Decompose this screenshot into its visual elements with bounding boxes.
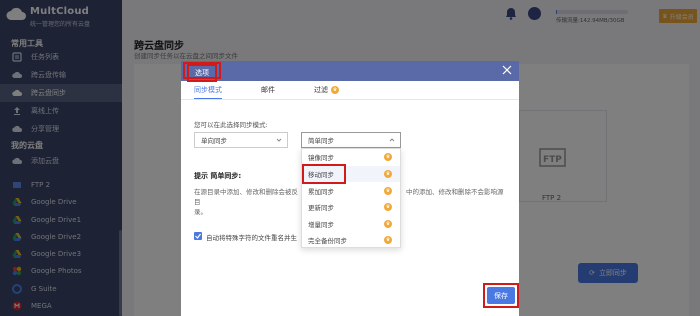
tip-text-part: 在源目录中添加、修改和删除会被反: [194, 188, 298, 196]
option-label: 完全备份同步: [308, 237, 347, 245]
mode-prompt: 您可以在此选择同步模式:: [194, 121, 268, 129]
mode-dropdown-list: 镜像同步 ♛ 移动同步 ♛ 累加同步 ♛ 更新同步 ♛ 增量同步 ♛ 完全备份同步 ♛: [301, 148, 401, 248]
options-title-highlight-frame: [183, 62, 221, 79]
dialog-tabs: 同步模式 邮件 过滤 ♛: [194, 85, 504, 100]
dialog-header: 选项: [181, 61, 519, 82]
option-label: 累加同步: [308, 188, 334, 196]
direction-select-value: 单向同步: [201, 137, 227, 145]
close-icon[interactable]: [502, 65, 512, 75]
premium-icon: ♛: [384, 236, 392, 244]
premium-icon: ♛: [384, 170, 392, 178]
divider: [181, 99, 519, 100]
move-sync-highlight-frame: [302, 164, 346, 184]
tab-email[interactable]: 邮件: [261, 85, 275, 95]
dropdown-option-update-sync[interactable]: 更新同步 ♛: [302, 199, 400, 215]
option-label: 镜像同步: [308, 154, 334, 162]
chevron-down-icon: [276, 138, 282, 142]
dropdown-option-cumulative-sync[interactable]: 累加同步 ♛: [302, 183, 400, 199]
save-highlight-frame: [483, 283, 519, 308]
premium-icon: ♛: [331, 86, 339, 94]
dropdown-option-mirror-sync[interactable]: 镜像同步 ♛: [302, 149, 400, 165]
option-label: 更新同步: [308, 204, 334, 212]
premium-icon: ♛: [384, 187, 392, 195]
dropdown-option-full-backup-sync[interactable]: 完全备份同步 ♛: [302, 232, 400, 248]
mode-select[interactable]: 简单同步: [301, 132, 401, 148]
chevron-up-icon: [389, 138, 395, 142]
premium-icon: ♛: [384, 203, 392, 211]
checkbox-label: 自动将特殊字符的文件重名并生: [206, 234, 297, 242]
premium-icon: ♛: [384, 220, 392, 228]
dropdown-option-incremental-sync[interactable]: 增量同步 ♛: [302, 216, 400, 232]
mode-select-value: 简单同步: [308, 137, 334, 145]
tab-filter-label: 过滤: [314, 86, 328, 94]
rename-special-chars-checkbox[interactable]: [194, 232, 202, 240]
direction-select[interactable]: 单向同步: [194, 132, 288, 148]
option-label: 增量同步: [308, 221, 334, 229]
tab-sync-mode[interactable]: 同步模式: [194, 85, 222, 95]
tip-text-part: 录。: [194, 208, 207, 216]
premium-icon: ♛: [384, 153, 392, 161]
tip-title: 提示 简单同步:: [194, 172, 242, 180]
tab-filter[interactable]: 过滤 ♛: [314, 85, 339, 95]
